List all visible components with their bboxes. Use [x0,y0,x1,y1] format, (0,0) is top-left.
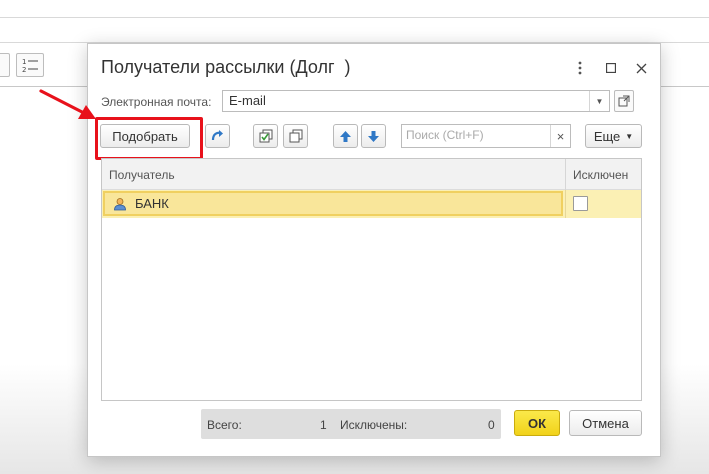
chevron-down-icon[interactable]: ▼ [589,91,609,111]
column-divider [565,159,566,190]
redo-button[interactable] [205,124,230,148]
table-header: Получатель Исключен [102,159,641,190]
chevron-down-icon: ▼ [625,131,634,141]
table-row[interactable]: БАНК [102,190,641,218]
summary-bar: Всего: 1 Исключены: 0 [201,409,501,439]
more-label: Еще [593,128,621,144]
move-up-button[interactable] [333,124,358,148]
recipient-name: БАНК [135,196,169,211]
svg-text:1: 1 [22,58,26,66]
copy-icon [289,129,302,143]
bg-align-button [0,53,10,77]
email-label: Электронная почта: [101,95,212,109]
dialog-title: Получатели рассылки (Долг ) [101,57,351,77]
excluded-value: 0 [488,418,495,432]
bg-divider [0,17,709,18]
open-icon[interactable] [614,90,634,112]
more-button[interactable]: Еще ▼ [585,124,642,148]
ok-button[interactable]: ОК [514,410,560,436]
search-input[interactable]: Поиск (Ctrl+F) [401,124,571,148]
highlight-frame [95,117,203,160]
recipients-table: Получатель Исключен БАНК [101,158,642,401]
cancel-button[interactable]: Отмена [569,410,642,436]
total-label: Всего: [207,418,242,432]
recipients-dialog: Получатели рассылки (Долг ) Электронная … [87,43,661,457]
column-divider [565,190,566,218]
column-header-recipient[interactable]: Получатель [109,168,175,182]
excluded-label: Исключены: [340,418,408,432]
close-icon[interactable] [631,58,651,78]
arrow-down-icon [368,130,379,142]
email-field[interactable]: E-mail [222,90,610,112]
check-all-button[interactable] [253,124,278,148]
annotation-arrow-icon [39,89,96,119]
total-value: 1 [320,418,327,432]
svg-text:2: 2 [22,66,26,74]
excluded-checkbox[interactable] [573,196,588,211]
move-down-button[interactable] [361,124,386,148]
bg-numbered-list-button: 1 2 [16,53,44,77]
recipient-cell[interactable]: БАНК [103,191,563,216]
arrow-up-icon [340,130,351,142]
redo-icon [211,130,223,141]
column-header-excluded[interactable]: Исключен [573,168,628,182]
more-vert-icon[interactable] [570,58,590,78]
numbered-list-icon: 1 2 [22,58,38,74]
copy-button[interactable] [283,124,308,148]
check-all-icon [259,129,272,143]
person-icon [114,197,126,210]
clear-icon[interactable]: × [550,125,570,147]
maximize-icon[interactable] [601,58,621,78]
